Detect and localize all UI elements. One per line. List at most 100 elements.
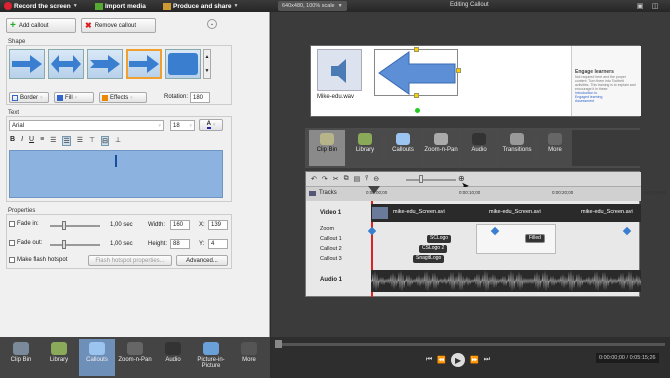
valign-bottom-icon[interactable]: ⊥: [115, 136, 121, 146]
flash-properties-button[interactable]: Flash hotspot properties...: [88, 255, 172, 266]
shape-arrow-double[interactable]: [48, 49, 84, 79]
flash-hotspot-check[interactable]: Make flash hotspot: [9, 257, 67, 263]
valign-middle-icon[interactable]: ⊟: [101, 136, 109, 146]
effects-button[interactable]: Effects ▾: [99, 92, 147, 103]
bin-tab-zoom-n-pan[interactable]: Zoom-n-Pan: [423, 130, 459, 166]
shape-rectangle[interactable]: [165, 49, 201, 79]
seek-bar[interactable]: [275, 343, 665, 346]
font-size-select[interactable]: 18 ▾: [170, 120, 195, 131]
timeline-zoom-handle[interactable]: [419, 175, 423, 183]
bin-tab-transitions[interactable]: Transitions: [499, 130, 535, 166]
speaker-icon: [331, 59, 346, 83]
border-button[interactable]: Border ▾: [9, 92, 49, 103]
callout-shape[interactable]: [374, 49, 458, 96]
callout-marker-snagitlogo[interactable]: SnagitLogo: [413, 255, 445, 263]
timeline-zoom-slider[interactable]: [406, 179, 456, 181]
valign-top-icon[interactable]: ⊤: [89, 136, 95, 146]
bin-tab-audio[interactable]: Audio: [461, 130, 497, 166]
fade-out-check[interactable]: Fade out:: [9, 240, 42, 246]
tracks-menu[interactable]: Tracks ▾: [309, 190, 342, 196]
shape-arrow-selected[interactable]: [126, 49, 162, 79]
paste-icon[interactable]: ▤: [354, 175, 361, 183]
bottom-tab-library[interactable]: Library: [41, 339, 77, 376]
align-right-icon[interactable]: ☰: [77, 136, 83, 146]
rotation-input[interactable]: 180: [190, 92, 210, 103]
shape-scroller[interactable]: ▲ ▼: [203, 49, 211, 79]
split-icon[interactable]: ⫯: [365, 175, 368, 183]
rewind-icon[interactable]: ⏪: [437, 356, 446, 364]
font-color-button[interactable]: A ▾: [199, 119, 223, 131]
bin-empty-area: [572, 130, 640, 166]
remove-callout-button[interactable]: ✖ Remove callout: [81, 18, 156, 33]
list-icon[interactable]: ≡: [40, 136, 44, 146]
resize-handle[interactable]: [414, 93, 419, 98]
font-select[interactable]: Arial ▾: [9, 120, 164, 131]
callout-marker-cslogo[interactable]: CSLogo 2: [419, 245, 448, 253]
align-left-icon[interactable]: ☰: [50, 136, 56, 146]
scale-select[interactable]: 640x480, 100% scale ▼: [278, 1, 347, 11]
fade-out-slider[interactable]: [50, 244, 100, 246]
resize-handle[interactable]: [414, 47, 419, 52]
bottom-tab-callouts[interactable]: Callouts: [79, 339, 115, 376]
play-icon[interactable]: ▶: [451, 353, 466, 367]
bold-icon[interactable]: B: [10, 136, 15, 146]
advanced-button[interactable]: Advanced...: [176, 255, 228, 266]
fullscreen-icon[interactable]: ▣: [635, 1, 645, 11]
video-track[interactable]: mike-edu_Screen.avi mike-edu_Screen.avi …: [371, 204, 641, 222]
preview-canvas[interactable]: Mike-edu.wav Engage learners Not require…: [310, 45, 641, 117]
zoom-keyframe[interactable]: [622, 226, 632, 236]
underline-icon[interactable]: U: [29, 136, 34, 146]
height-input[interactable]: 88: [170, 239, 190, 249]
callout-marker-sclogo[interactable]: SCLogo: [427, 235, 452, 243]
clip-bin-icon: [13, 342, 29, 355]
fade-out-slider-handle[interactable]: [62, 240, 66, 249]
italic-icon[interactable]: I: [21, 136, 23, 146]
fade-in-slider[interactable]: [50, 225, 100, 227]
bin-tab-more[interactable]: More: [537, 130, 573, 166]
fade-in-check[interactable]: Fade in:: [9, 221, 39, 227]
fade-in-slider-handle[interactable]: [62, 221, 66, 230]
record-menu[interactable]: Record the screen ▼: [4, 1, 78, 11]
add-callout-button[interactable]: + Add callout: [6, 18, 76, 33]
bin-tab-label: Clip Bin: [316, 147, 338, 153]
detach-icon[interactable]: ◫: [650, 1, 660, 11]
audio-waveform: [371, 270, 642, 292]
bin-tab-callouts[interactable]: Callouts: [385, 130, 421, 166]
skip-back-icon[interactable]: ⏮: [426, 356, 432, 364]
produce-menu[interactable]: Produce and share ▼: [163, 1, 238, 11]
bottom-tab-picture-in-picture[interactable]: Picture-in-Picture: [193, 339, 229, 376]
collapse-icon[interactable]: ⌄: [207, 19, 217, 29]
rotation-handle[interactable]: [415, 108, 420, 113]
bottom-tab-more[interactable]: More: [231, 339, 267, 376]
redo-icon[interactable]: ↷: [322, 175, 328, 183]
zoom-out-icon[interactable]: ⊖: [373, 175, 379, 183]
copy-icon[interactable]: ⧉: [344, 175, 349, 183]
bottom-tab-zoom-n-pan[interactable]: Zoom-n-Pan: [117, 339, 153, 376]
bin-tab-clip-bin[interactable]: Clip Bin: [309, 130, 345, 166]
callout-text-area[interactable]: [9, 150, 223, 198]
plus-icon: +: [10, 20, 16, 31]
shape-arrow-right[interactable]: [9, 49, 45, 79]
audio-media-thumb[interactable]: [317, 49, 362, 91]
audio-track[interactable]: [371, 270, 642, 292]
import-menu[interactable]: Import media: [95, 1, 146, 11]
bottom-tab-audio[interactable]: Audio: [155, 339, 191, 376]
bin-tab-library[interactable]: Library: [347, 130, 383, 166]
shape-arrow-notched[interactable]: [87, 49, 123, 79]
skip-forward-icon[interactable]: ⏭: [484, 356, 490, 364]
seek-handle[interactable]: [275, 340, 282, 348]
more-icon: [241, 342, 257, 355]
fill-button[interactable]: Fill ▾: [54, 92, 94, 103]
x-input[interactable]: 139: [208, 220, 228, 230]
fast-forward-icon[interactable]: ⏩: [470, 356, 479, 364]
cut-icon[interactable]: ✂: [333, 175, 339, 183]
width-input[interactable]: 160: [170, 220, 190, 230]
callout-marker-filled[interactable]: Filled: [525, 234, 545, 243]
resize-handle[interactable]: [456, 68, 461, 73]
undo-icon[interactable]: ↶: [311, 175, 317, 183]
bottom-tab-clip-bin[interactable]: Clip Bin: [3, 339, 39, 376]
arrow-double-icon: [51, 55, 81, 73]
align-center-icon[interactable]: ☰: [62, 136, 71, 146]
y-input[interactable]: 4: [208, 239, 228, 249]
remove-callout-label: Remove callout: [94, 22, 137, 29]
